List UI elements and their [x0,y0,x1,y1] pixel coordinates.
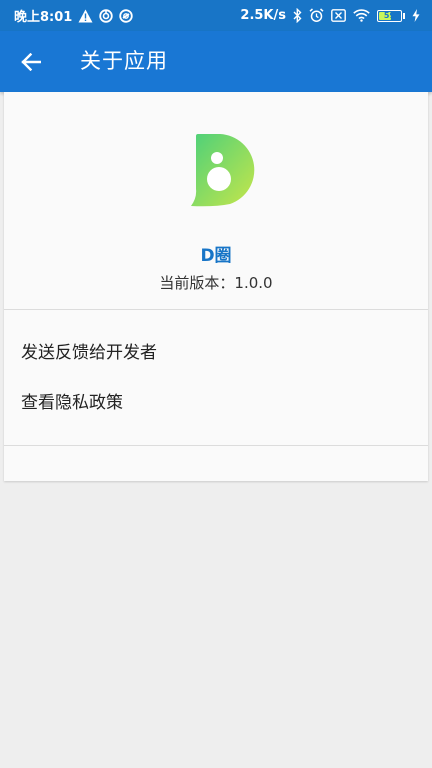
divider [4,445,428,446]
app-bar: 关于应用 [0,31,432,92]
status-bar: 晚上8:01 2.5K/s 59 [0,0,432,31]
version-value: 1.0.0 [234,274,273,292]
status-time: 晚上8:01 [14,10,73,25]
charging-icon [412,9,420,22]
about-card: D圈 当前版本：1.0.0 发送反馈给开发者 查看隐私政策 [4,92,428,481]
network-speed: 2.5K/s [240,8,286,23]
privacy-policy-item[interactable]: 查看隐私政策 [4,380,428,426]
battery-level: 59 [383,10,396,20]
arrow-left-icon [21,53,41,71]
sync-icon [99,8,114,23]
status-bar-right: 2.5K/s 59 [240,0,420,31]
bluetooth-icon [293,8,302,23]
warning-icon [78,9,93,23]
sim-off-icon [331,9,346,22]
page-title: 关于应用 [80,49,168,73]
send-feedback-item[interactable]: 发送反馈给开发者 [4,330,428,376]
battery-tip [403,12,405,19]
status-bar-left: 晚上8:01 [14,0,134,31]
version-label: 当前版本： [159,274,235,292]
battery-icon: 59 [377,9,402,22]
version-info: 当前版本：1.0.0 [4,272,428,293]
divider [4,309,428,310]
app-logo [190,134,260,210]
wifi-icon [353,9,370,22]
back-button[interactable] [13,44,49,80]
app-name: D圈 [200,246,232,266]
alarm-icon [309,8,324,23]
sync-alt-icon [119,8,134,23]
